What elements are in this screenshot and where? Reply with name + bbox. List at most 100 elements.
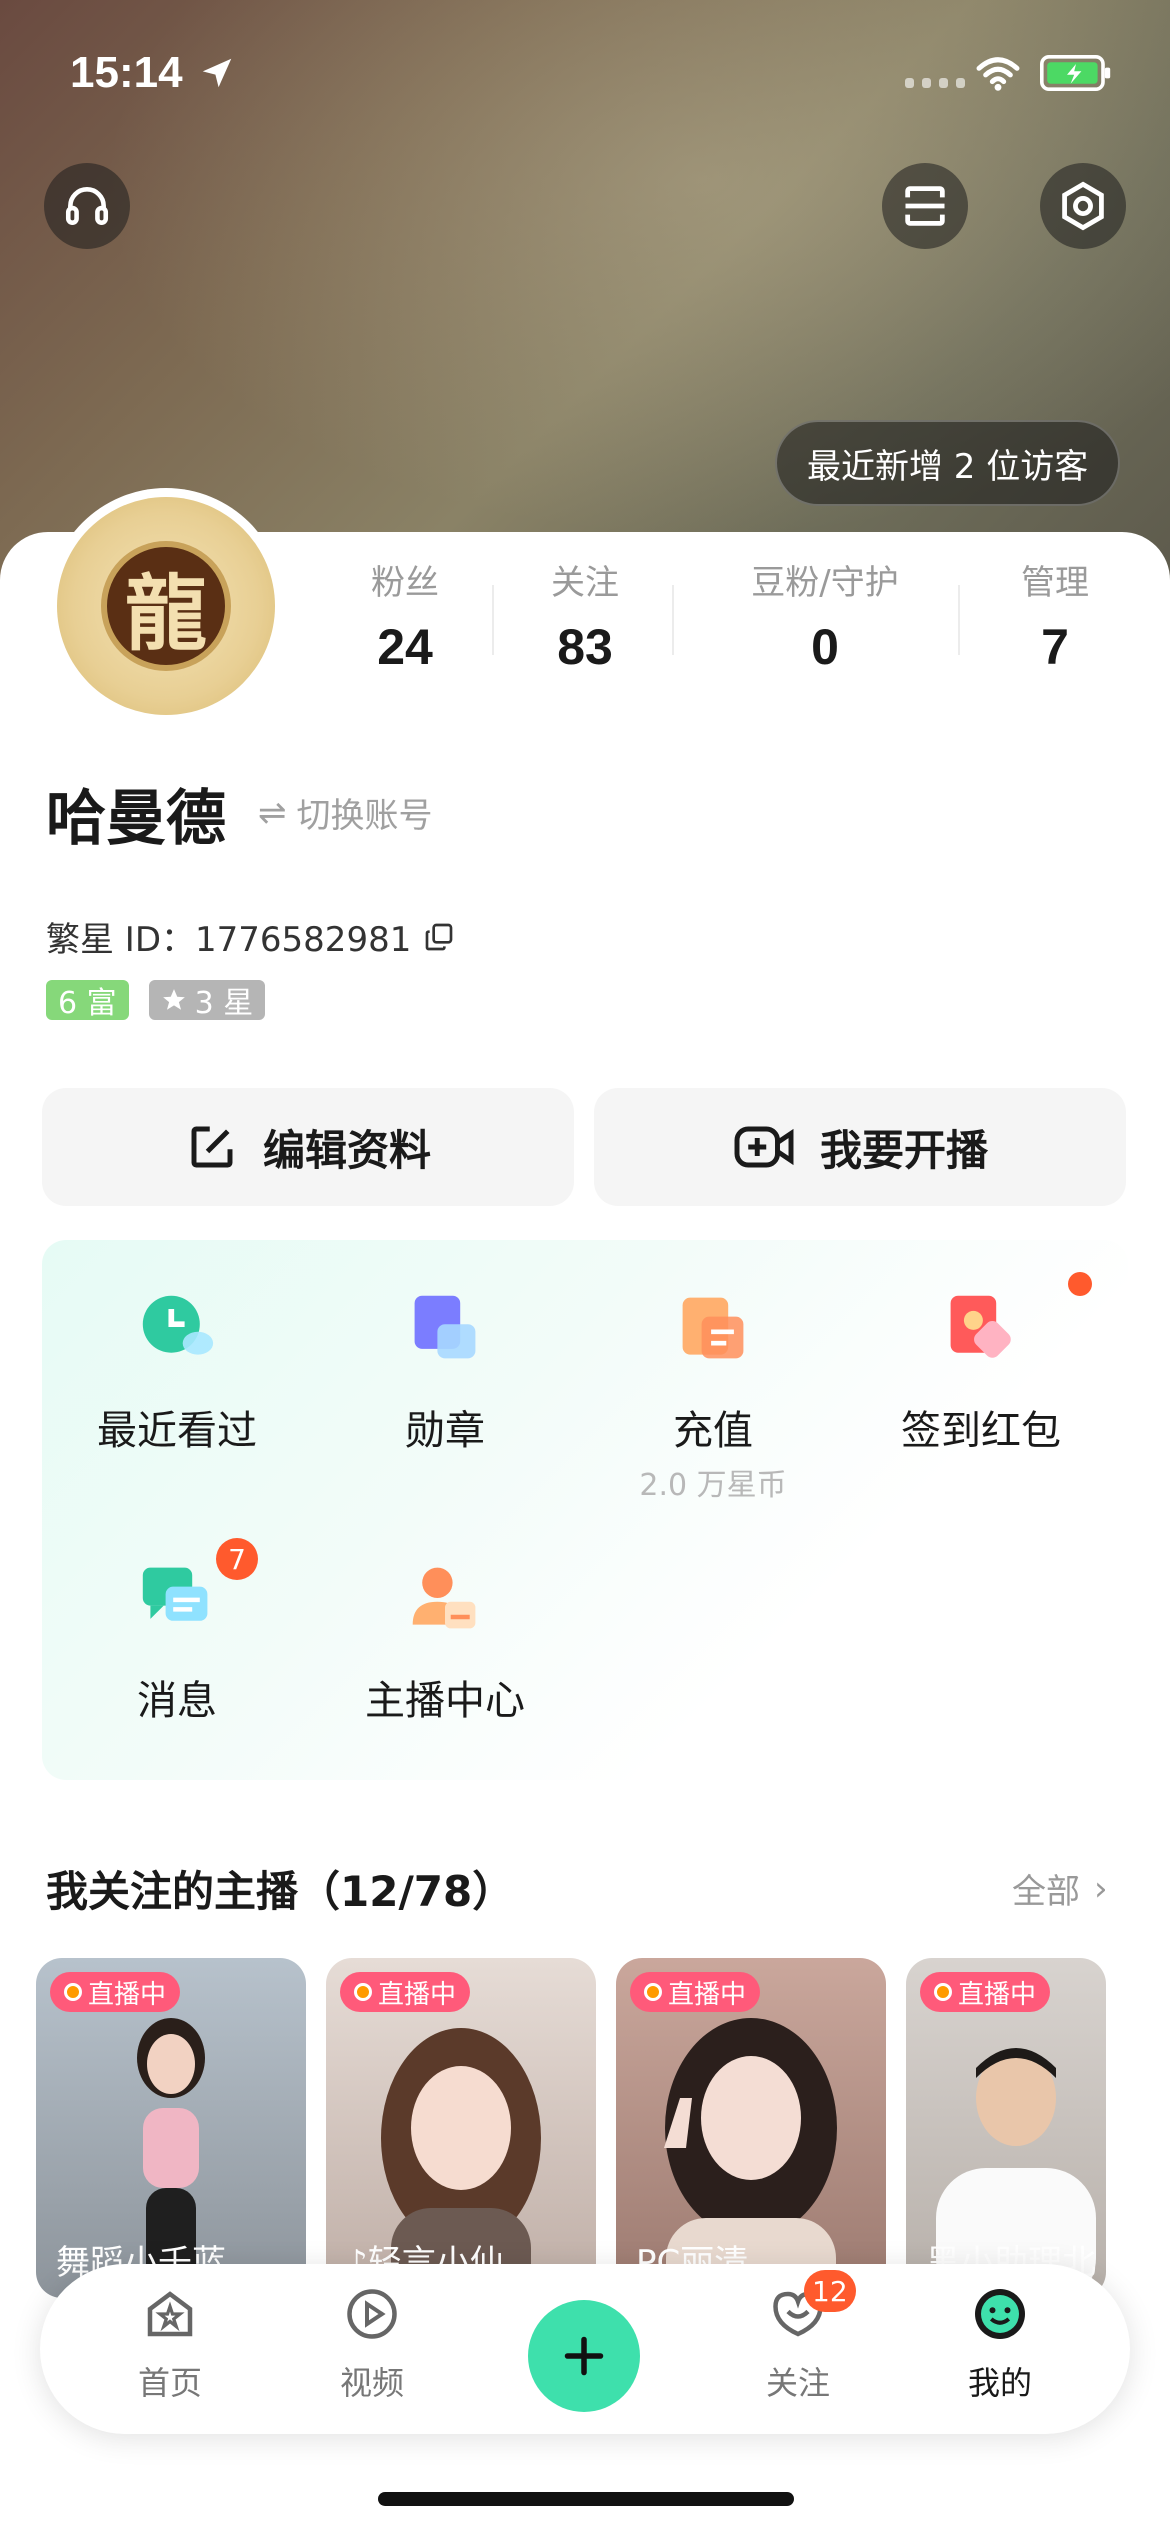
edit-icon: [191, 1126, 233, 1168]
wealth-level-text: 6 富: [58, 986, 117, 1021]
live-dot-icon: [354, 1983, 372, 2001]
avatar-glyph: 龍: [101, 541, 231, 671]
streamer-card[interactable]: 直播中 ♪轻言小仙: [326, 1958, 596, 2298]
live-dot-icon: [934, 1983, 952, 2001]
grid-item-checkin[interactable]: 签到红包: [856, 1272, 1106, 1456]
live-badge: 直播中: [340, 1972, 471, 2012]
username: 哈曼德: [46, 784, 226, 854]
edit-profile-button[interactable]: 编辑资料: [42, 1088, 574, 1206]
streamer-card[interactable]: 直播中 舞蹈小千蓝: [36, 1958, 306, 2298]
coin-balance: 2.0 万星币: [639, 1468, 787, 1503]
live-badge-text: 直播中: [668, 1979, 747, 2010]
create-button[interactable]: [528, 2300, 640, 2412]
star-level-badge[interactable]: 3 星: [148, 980, 266, 1021]
switch-account-button[interactable]: ⇌ 切换账号: [258, 788, 433, 837]
tab-home-label: 首页: [137, 2364, 202, 2402]
grid-item-medals[interactable]: 勋章: [320, 1290, 570, 1456]
smiley-face-icon: [975, 2289, 1025, 2339]
tab-mine[interactable]: 我的: [930, 2284, 1070, 2404]
switch-account-label: 切换账号: [296, 796, 433, 836]
stat-admins-label: 管理: [1021, 563, 1089, 603]
tab-video[interactable]: 视频: [302, 2284, 442, 2404]
swap-icon: ⇌: [258, 792, 287, 833]
copy-icon[interactable]: [423, 921, 455, 953]
streamer-card[interactable]: 直播中 黑小助理北: [906, 1958, 1106, 2298]
bottom-tab-bar: 首页 视频 关注 12 我的: [40, 2264, 1130, 2434]
star-icon: [162, 989, 185, 1010]
star-level-text: 3 星: [194, 986, 254, 1021]
new-dot: [1068, 1272, 1092, 1296]
plus-icon: [564, 2336, 604, 2376]
live-badge: 直播中: [920, 1972, 1051, 2012]
status-bar: 15:14: [0, 0, 1170, 150]
settings-button[interactable]: [1040, 163, 1126, 249]
see-all-link[interactable]: 全部 ›: [1012, 1864, 1108, 1913]
stat-following[interactable]: 关注 83: [510, 555, 660, 676]
tab-follow[interactable]: 关注 12: [728, 2270, 868, 2404]
play-circle-icon: [347, 2289, 397, 2339]
live-badge-text: 直播中: [378, 1979, 457, 2010]
see-all-label: 全部: [1012, 1872, 1080, 1912]
stat-guardians[interactable]: 豆粉/守护 0: [700, 555, 950, 676]
grid-item-history[interactable]: 最近看过: [52, 1290, 302, 1456]
wallet-icon: [682, 1297, 744, 1359]
edit-profile-label: 编辑资料: [262, 1125, 431, 1175]
grid-label: 消息: [137, 1678, 217, 1724]
home-indicator: [378, 2492, 794, 2506]
scan-icon: [905, 186, 945, 226]
stat-admins[interactable]: 管理 7: [980, 555, 1130, 676]
live-badge: 直播中: [630, 1972, 761, 2012]
avatar-image: 龍: [57, 497, 275, 715]
medal-icon: [414, 1295, 476, 1359]
clock-icon: [142, 1295, 214, 1355]
visitor-notice-text: 最近新增 2 位访客: [807, 446, 1089, 487]
level-badges: 6 富 3 星: [46, 980, 266, 1021]
scan-button[interactable]: [882, 163, 968, 249]
recent-visitors-button[interactable]: 最近新增 2 位访客: [775, 420, 1121, 506]
stat-fans[interactable]: 粉丝 24: [330, 555, 480, 676]
live-badge-text: 直播中: [88, 1979, 167, 2010]
battery-icon: [1040, 55, 1111, 91]
grid-label: 勋章: [405, 1408, 485, 1454]
stat-divider: [958, 585, 960, 655]
anchor-user-icon: [412, 1567, 476, 1629]
following-streamers-title: 我关注的主播（12/78）: [46, 1867, 515, 1916]
grid-item-recharge[interactable]: 充值 2.0 万星币: [588, 1290, 838, 1504]
wealth-level-badge[interactable]: 6 富: [46, 980, 129, 1021]
red-packet-icon: [950, 1295, 1011, 1358]
chat-icon: [142, 1567, 208, 1621]
stat-guardians-value: 0: [811, 619, 839, 675]
feature-grid: 最近看过 勋章 充值 2.0 万星币 签到红包 消息 7 主播中心: [42, 1240, 1128, 1780]
customer-service-button[interactable]: [44, 163, 130, 249]
stat-following-value: 83: [557, 619, 613, 675]
streamer-card[interactable]: 直播中 PC丽清: [616, 1958, 886, 2298]
headset-icon: [65, 187, 109, 225]
grid-item-anchor-center[interactable]: 主播中心: [320, 1560, 570, 1726]
grid-item-messages[interactable]: 消息 7: [52, 1538, 302, 1726]
live-badge-text: 直播中: [958, 1979, 1037, 2010]
user-id: 繁星 ID：1776582981: [46, 920, 412, 960]
stat-admins-value: 7: [1041, 619, 1069, 675]
grid-label: 充值: [673, 1408, 753, 1454]
stat-following-label: 关注: [551, 563, 619, 603]
start-live-label: 我要开播: [819, 1125, 988, 1175]
live-dot-icon: [64, 1983, 82, 2001]
live-badge: 直播中: [50, 1972, 181, 2012]
grid-label: 签到红包: [901, 1408, 1061, 1454]
live-dot-icon: [644, 1983, 662, 2001]
stat-divider: [672, 585, 674, 655]
avatar[interactable]: 龍: [48, 488, 284, 724]
live-camera-icon: [734, 1126, 794, 1168]
grid-label: 最近看过: [97, 1408, 257, 1454]
tab-follow-label: 关注: [765, 2364, 830, 2402]
stat-fans-label: 粉丝: [371, 563, 439, 603]
start-live-button[interactable]: 我要开播: [594, 1088, 1126, 1206]
signal-icon: [905, 78, 965, 92]
tab-home[interactable]: 首页: [100, 2284, 240, 2404]
chevron-right-icon: ›: [1094, 1868, 1108, 1909]
stat-fans-value: 24: [377, 619, 433, 675]
stat-divider: [492, 585, 494, 655]
tab-mine-label: 我的: [967, 2364, 1032, 2402]
home-icon: [147, 2291, 193, 2337]
follow-count-badge: 12: [804, 2270, 856, 2312]
